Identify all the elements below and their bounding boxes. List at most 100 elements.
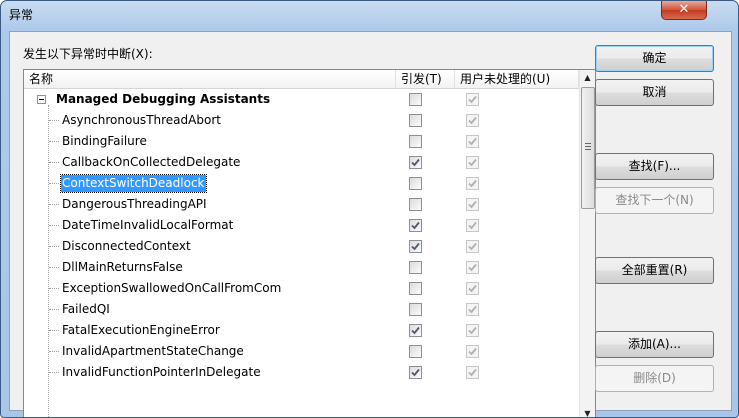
check-icon: [468, 179, 477, 188]
thrown-checkbox[interactable]: [409, 156, 422, 169]
exception-row[interactable]: DllMainReturnsFalse: [24, 257, 579, 278]
check-icon: [411, 368, 420, 377]
exception-label[interactable]: CallbackOnCollectedDelegate: [61, 154, 241, 171]
thrown-checkbox[interactable]: [409, 219, 422, 232]
group-label: Managed Debugging Assistants: [56, 92, 271, 106]
check-icon: [468, 326, 477, 335]
title-bar[interactable]: 异常 ✕: [1, 1, 738, 27]
check-icon: [411, 242, 420, 251]
tree-connector-line: [49, 246, 59, 247]
tree-rows: Managed Debugging Assistants Asynchronou…: [24, 89, 579, 417]
exception-label[interactable]: ExceptionSwallowedOnCallFromCom: [61, 280, 282, 297]
exception-row[interactable]: FatalExecutionEngineError: [24, 320, 579, 341]
grip-line: [585, 143, 591, 144]
thrown-checkbox[interactable]: [409, 198, 422, 211]
tree-group-row[interactable]: Managed Debugging Assistants: [24, 89, 579, 110]
tree-connector-line: [49, 288, 59, 289]
thrown-checkbox[interactable]: [409, 345, 422, 358]
exceptions-dialog: 异常 ✕ 发生以下异常时中断(X): 名称 引发(T) 用户未处理的(U) Ma…: [0, 0, 739, 418]
exception-row[interactable]: ExceptionSwallowedOnCallFromCom: [24, 278, 579, 299]
exception-row[interactable]: DateTimeInvalidLocalFormat: [24, 215, 579, 236]
exception-label[interactable]: ContextSwitchDeadlock: [60, 174, 207, 193]
scroll-thumb[interactable]: [581, 87, 595, 209]
thrown-checkbox[interactable]: [409, 261, 422, 274]
vertical-scrollbar[interactable]: ▲ ▼: [579, 70, 595, 417]
ok-button[interactable]: 确定: [595, 45, 714, 72]
exception-label[interactable]: AsynchronousThreadAbort: [61, 112, 222, 129]
exception-label[interactable]: DangerousThreadingAPI: [61, 196, 208, 213]
check-icon: [468, 137, 477, 146]
find-next-button: 查找下一个(N): [595, 187, 714, 214]
column-unhandled[interactable]: 用户未处理的(U): [455, 70, 579, 88]
exception-label[interactable]: FatalExecutionEngineError: [61, 322, 221, 339]
exception-row[interactable]: InvalidFunctionPointerInDelegate: [24, 362, 579, 383]
column-thrown[interactable]: 引发(T): [396, 70, 455, 88]
group-thrown-checkbox[interactable]: [409, 93, 422, 106]
tree-connector-line: [49, 372, 59, 373]
column-name[interactable]: 名称: [24, 70, 396, 88]
exception-label[interactable]: BindingFailure: [61, 133, 148, 150]
unhandled-checkbox: [466, 240, 479, 253]
tree-connector-line: [49, 120, 59, 121]
check-icon: [468, 347, 477, 356]
tree-connector-line: [49, 267, 59, 268]
thrown-checkbox[interactable]: [409, 282, 422, 295]
add-button[interactable]: 添加(A)...: [595, 331, 714, 358]
close-button[interactable]: ✕: [661, 1, 707, 20]
tree-connector-line: [49, 162, 59, 163]
thrown-checkbox[interactable]: [409, 303, 422, 316]
exception-row[interactable]: DisconnectedContext: [24, 236, 579, 257]
tree-connector-line: [49, 183, 59, 184]
check-icon: [468, 221, 477, 230]
unhandled-checkbox: [466, 324, 479, 337]
reset-all-button[interactable]: 全部重置(R): [595, 257, 714, 284]
exception-label[interactable]: InvalidFunctionPointerInDelegate: [61, 364, 262, 381]
exception-label[interactable]: FailedQI: [61, 301, 111, 318]
unhandled-checkbox: [466, 219, 479, 232]
check-icon: [468, 116, 477, 125]
check-icon: [468, 305, 477, 314]
grip-line: [585, 149, 591, 150]
unhandled-checkbox: [466, 198, 479, 211]
scroll-down-icon[interactable]: ▼: [580, 406, 595, 417]
check-icon: [468, 242, 477, 251]
close-icon: ✕: [678, 2, 690, 17]
collapse-icon[interactable]: [37, 95, 46, 104]
thrown-checkbox[interactable]: [409, 366, 422, 379]
tree-connector-line: [49, 204, 59, 205]
exceptions-tree[interactable]: 名称 引发(T) 用户未处理的(U) Managed Debugging Ass…: [23, 69, 596, 417]
exception-row[interactable]: FailedQI: [24, 299, 579, 320]
delete-button: 删除(D): [595, 365, 714, 392]
thrown-checkbox[interactable]: [409, 240, 422, 253]
scroll-up-icon[interactable]: ▲: [580, 70, 595, 86]
unhandled-checkbox: [466, 303, 479, 316]
window-title: 异常: [9, 8, 34, 22]
exception-row[interactable]: InvalidApartmentStateChange: [24, 341, 579, 362]
exception-label[interactable]: DisconnectedContext: [61, 238, 192, 255]
check-icon: [411, 221, 420, 230]
exception-label[interactable]: DateTimeInvalidLocalFormat: [61, 217, 234, 234]
dialog-body: 发生以下异常时中断(X): 名称 引发(T) 用户未处理的(U) Managed…: [9, 31, 732, 417]
check-icon: [468, 158, 477, 167]
unhandled-checkbox: [466, 282, 479, 295]
exception-label[interactable]: InvalidApartmentStateChange: [61, 343, 245, 360]
exception-row[interactable]: AsynchronousThreadAbort: [24, 110, 579, 131]
exception-row[interactable]: CallbackOnCollectedDelegate: [24, 152, 579, 173]
unhandled-checkbox: [466, 114, 479, 127]
thrown-checkbox[interactable]: [409, 324, 422, 337]
exception-row[interactable]: ContextSwitchDeadlock: [24, 173, 579, 194]
cancel-button[interactable]: 取消: [595, 79, 714, 106]
thrown-checkbox[interactable]: [409, 177, 422, 190]
check-icon: [468, 200, 477, 209]
exception-row[interactable]: BindingFailure: [24, 131, 579, 152]
group-unhandled-checkbox: [466, 93, 479, 106]
thrown-checkbox[interactable]: [409, 114, 422, 127]
exception-row[interactable]: DangerousThreadingAPI: [24, 194, 579, 215]
tree-connector-line: [49, 351, 59, 352]
find-button[interactable]: 查找(F)...: [595, 153, 714, 180]
check-icon: [411, 326, 420, 335]
thrown-checkbox[interactable]: [409, 135, 422, 148]
check-icon: [468, 368, 477, 377]
exception-label[interactable]: DllMainReturnsFalse: [61, 259, 184, 276]
tree-connector-line: [49, 309, 59, 310]
